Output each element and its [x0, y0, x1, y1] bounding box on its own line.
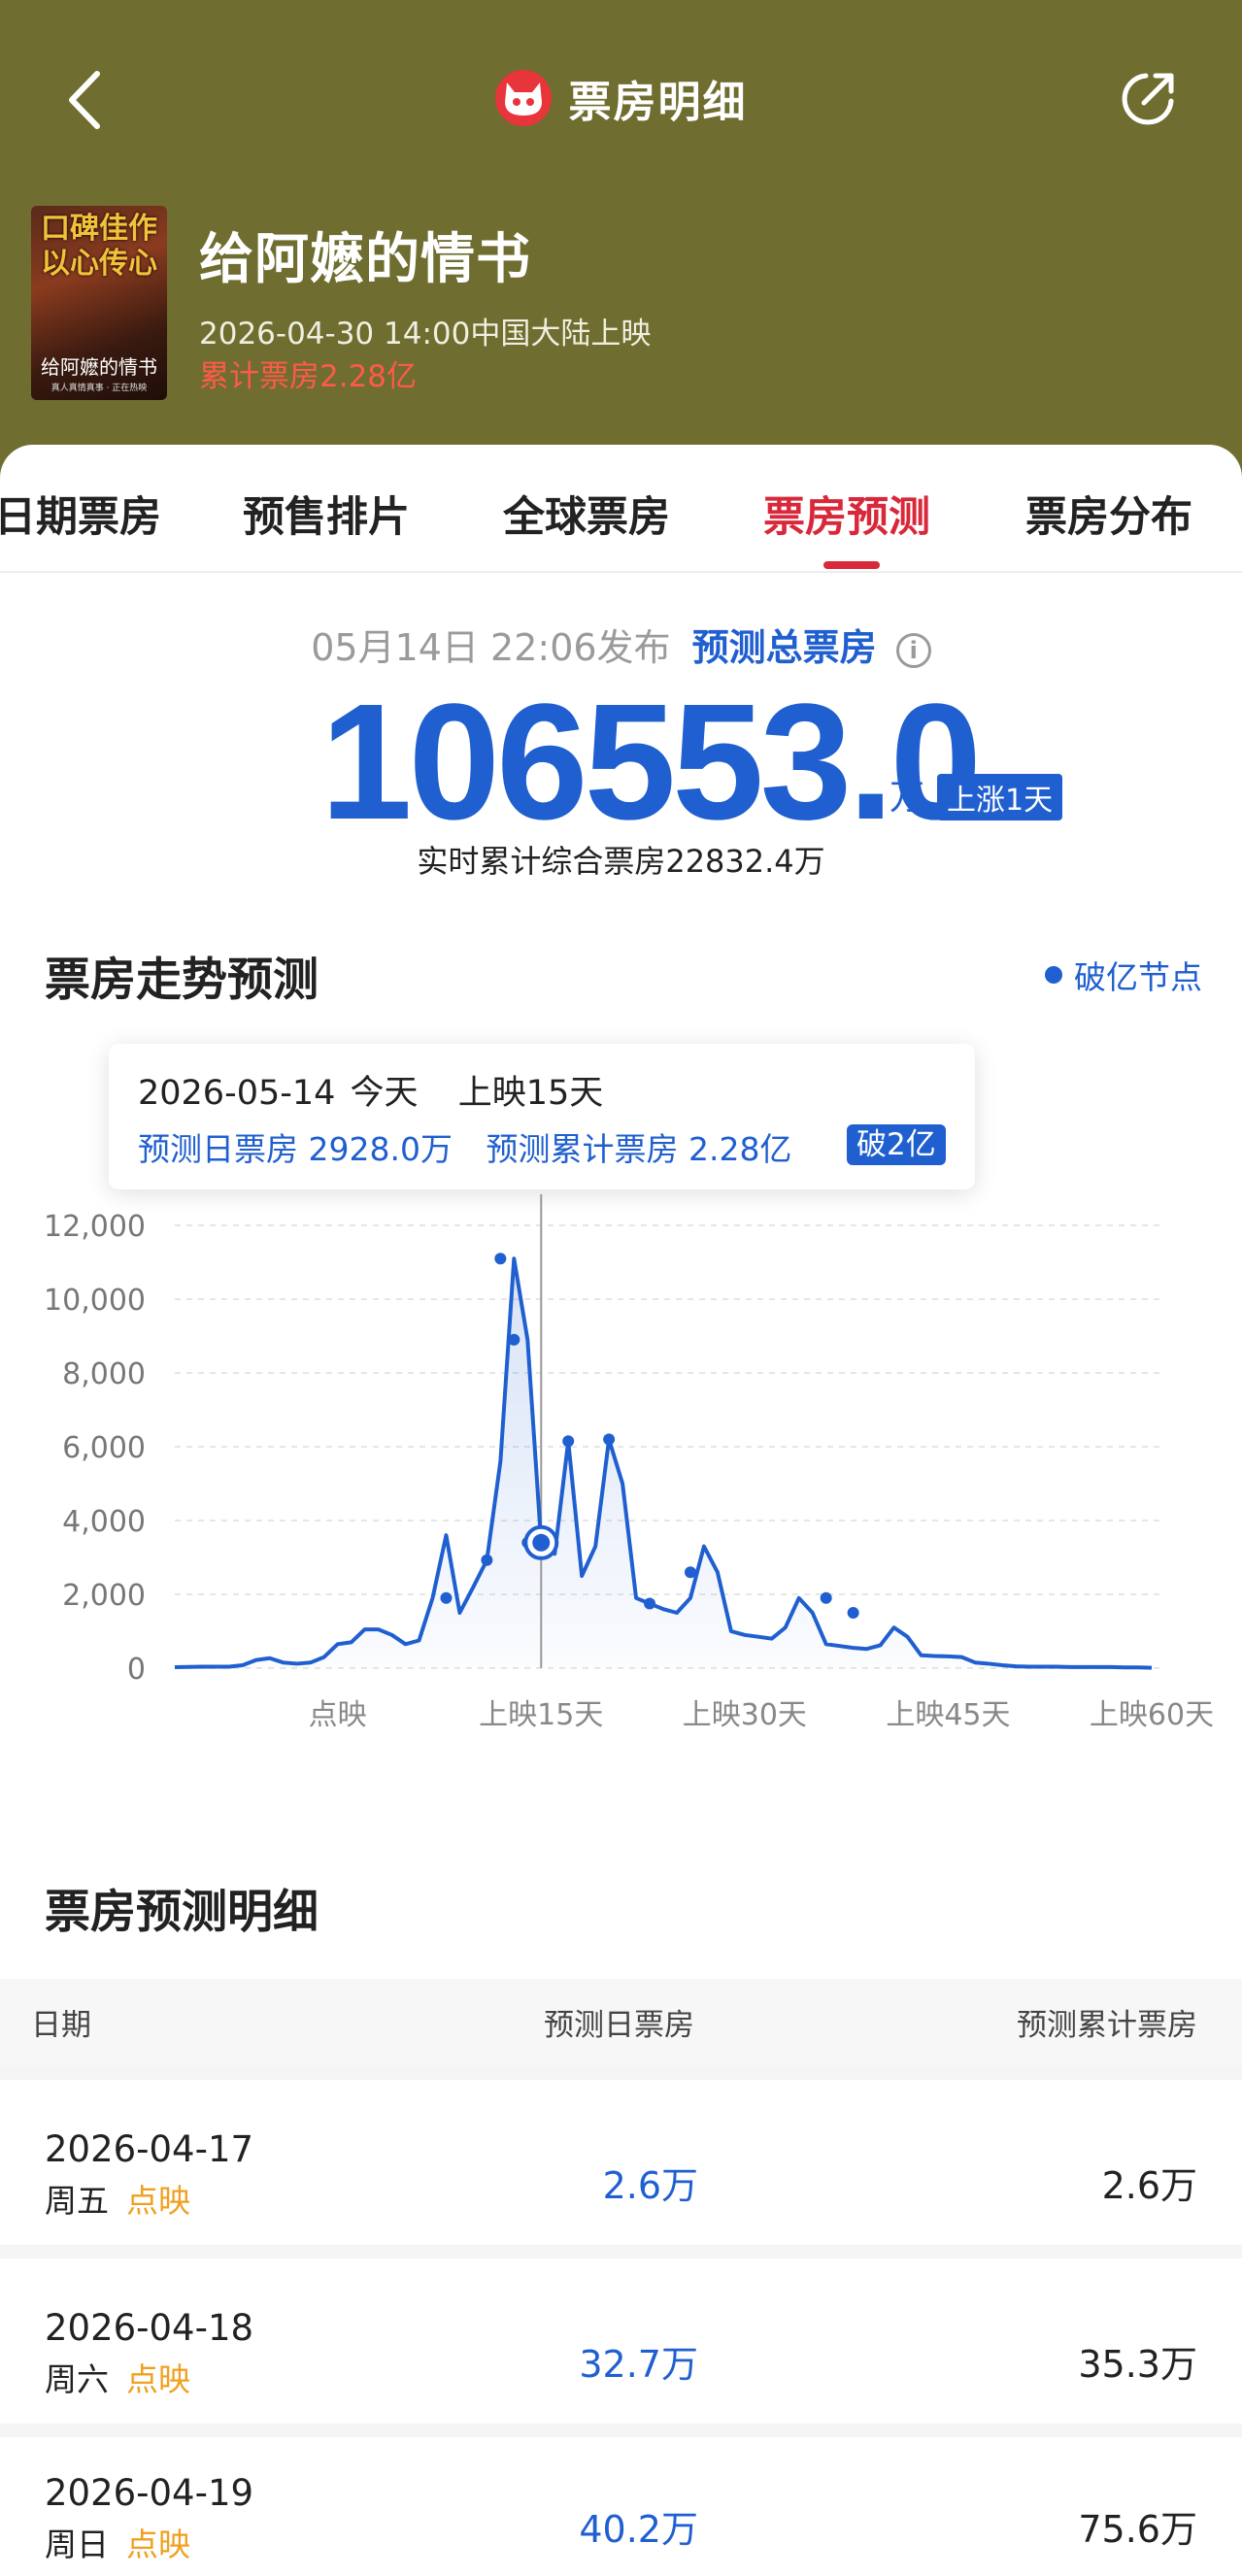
col-cumulative-header: 预测累计票房 — [1017, 2008, 1197, 2043]
row-daily: 2.6万 — [602, 2164, 698, 2207]
tooltip-date-line: 2026-05-14 今天 上映15天 — [138, 1074, 604, 1113]
col-date-header: 日期 — [31, 2008, 91, 2043]
tooltip-daily: 预测日票房 2928.0万 — [138, 1130, 453, 1168]
publish-line: 05月14日 22:06发布 预测总票房 i — [0, 618, 1242, 671]
row-daily: 40.2万 — [579, 2508, 698, 2551]
y-tick-label: 8,000 — [62, 1357, 146, 1391]
table-row[interactable]: 2026-04-17 周五 点映 2.6万 2.6万 — [0, 2080, 1242, 2245]
y-tick-label: 10,000 — [44, 1284, 146, 1318]
forecast-unit: 万 — [890, 778, 925, 818]
poster-headline: 口碑佳作 以心传心 — [41, 212, 157, 281]
col-daily-header: 预测日票房 — [544, 2008, 694, 2043]
row-separator — [0, 2424, 1242, 2437]
data-point — [644, 1597, 656, 1610]
movie-title: 给阿嬷的情书 — [199, 228, 531, 291]
row-weekday: 周日 点映 — [45, 2526, 190, 2563]
page-title: 票房明细 — [568, 78, 748, 127]
row-tag: 点映 — [126, 2526, 190, 2563]
legend-label: 破亿节点 — [1074, 958, 1202, 996]
forecast-total: 106553.0 — [320, 670, 982, 854]
movie-poster[interactable]: 口碑佳作 以心传心 给阿嬷的情书 真人真情真事 · 正在热映 — [31, 206, 167, 400]
row-date: 2026-04-19 — [45, 2472, 254, 2514]
tab-daily-box-office[interactable]: 日期票房 — [0, 484, 161, 544]
table-row[interactable]: 2026-04-19 周日 点映 40.2万 75.6万 — [0, 2437, 1242, 2576]
data-point — [684, 1566, 696, 1579]
row-tag: 点映 — [126, 2360, 190, 2398]
tab-presale[interactable]: 预售排片 — [243, 484, 410, 544]
row-weekday: 周六 点映 — [45, 2360, 190, 2398]
table-row[interactable]: 2026-04-18 周六 点映 32.7万 35.3万 — [0, 2258, 1242, 2424]
data-point — [562, 1435, 575, 1448]
poster-title: 给阿嬷的情书 — [41, 355, 157, 379]
data-point — [440, 1591, 453, 1604]
trend-chart[interactable]: 12,000 10,000 8,000 6,000 4,000 2,000 0 点映 上映15天… — [0, 1194, 1242, 1748]
info-icon[interactable]: i — [895, 632, 931, 668]
row-date: 2026-04-18 — [45, 2307, 254, 2349]
forecast-label: 预测总票房 — [691, 626, 877, 669]
y-tick-label: 2,000 — [62, 1579, 146, 1613]
data-point — [820, 1591, 832, 1604]
x-tick-label: 上映15天 — [479, 1698, 603, 1732]
series-area — [175, 1258, 1153, 1668]
tab-forecast[interactable]: 票房预测 — [763, 484, 930, 544]
row-separator — [0, 2245, 1242, 2258]
tab-distribution[interactable]: 票房分布 — [1025, 484, 1192, 544]
tab-bar: 日期票房 预售排片 全球票房 票房预测 票房分布 — [0, 445, 1242, 571]
y-tick-label: 0 — [127, 1653, 146, 1687]
y-tick-label: 6,000 — [62, 1431, 146, 1465]
poster-tagline: 真人真情真事 · 正在热映 — [50, 384, 148, 393]
row-separator — [0, 2066, 1242, 2080]
y-tick-label: 4,000 — [62, 1505, 146, 1539]
data-point — [494, 1253, 507, 1265]
highlight-point — [532, 1533, 551, 1552]
trend-section-title: 票房走势预测 — [45, 953, 319, 1007]
cumulative-box-office: 累计票房2.28亿 — [199, 359, 418, 394]
tooltip-badge: 破2亿 — [847, 1124, 946, 1165]
row-cumulative: 75.6万 — [1078, 2508, 1197, 2551]
x-tick-label: 上映30天 — [683, 1698, 807, 1732]
data-point — [508, 1333, 520, 1346]
data-point — [847, 1607, 859, 1619]
x-tick-label: 点映 — [309, 1698, 367, 1732]
header-title-area: 票房明细 — [0, 64, 1242, 132]
tooltip-cumulative: 预测累计票房 2.28亿 — [486, 1130, 792, 1168]
row-daily: 32.7万 — [579, 2343, 698, 2386]
legend[interactable]: 破亿节点 — [1045, 952, 1202, 998]
share-button[interactable] — [1117, 68, 1179, 130]
tab-divider — [0, 571, 1242, 573]
series-line — [174, 1256, 1153, 1670]
tooltip-values-line: 预测日票房 2928.0万 预测累计票房 2.28亿 — [138, 1123, 791, 1170]
x-tick-label: 上映60天 — [1090, 1698, 1214, 1732]
row-tag: 点映 — [126, 2182, 190, 2220]
realtime-total: 实时累计综合票房22832.4万 — [417, 843, 825, 880]
detail-section-title: 票房预测明细 — [45, 1886, 319, 1939]
active-tab-indicator — [823, 561, 880, 569]
row-weekday: 周五 点映 — [45, 2182, 190, 2220]
row-date: 2026-04-17 — [45, 2128, 254, 2170]
row-cumulative: 35.3万 — [1078, 2343, 1197, 2386]
y-tick-label: 12,000 — [44, 1210, 146, 1244]
data-point — [481, 1554, 493, 1566]
x-tick-label: 上映45天 — [886, 1698, 1010, 1732]
change-badge: 上涨1天 — [937, 774, 1063, 820]
share-icon — [1122, 73, 1174, 125]
tab-global[interactable]: 全球票房 — [503, 484, 670, 544]
cat-logo-icon — [494, 70, 552, 126]
release-info: 2026-04-30 14:00中国大陆上映 — [199, 317, 652, 351]
chart-tooltip: 2026-05-14 今天 上映15天 预测日票房 2928.0万 预测累计票房… — [109, 1044, 975, 1189]
data-point — [603, 1433, 616, 1446]
legend-dot-icon — [1045, 966, 1062, 984]
row-cumulative: 2.6万 — [1101, 2164, 1197, 2207]
publish-time: 05月14日 22:06发布 — [311, 626, 671, 669]
